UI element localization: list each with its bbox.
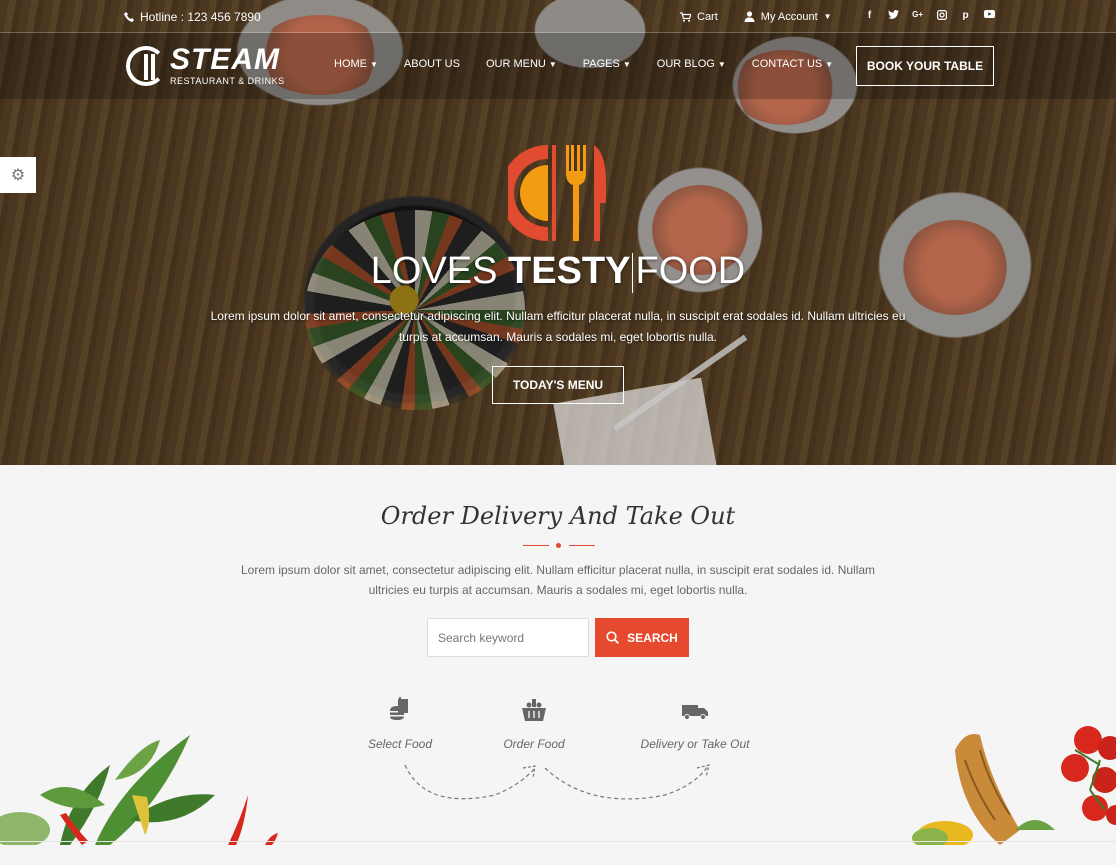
burger-icon <box>390 697 408 720</box>
social-links: f G+ p <box>864 10 996 23</box>
order-section-description: Lorem ipsum dolor sit amet, consectetur … <box>240 563 876 597</box>
hero-title-word-1: LOVES <box>370 250 498 292</box>
nav-item-about-us[interactable]: ABOUT US <box>404 58 460 70</box>
truck-icon <box>682 705 708 720</box>
vegetables-right-decoration <box>912 726 1116 845</box>
hero-description: Lorem ipsum dolor sit amet, consectetur … <box>210 309 906 344</box>
order-section-title: Order Delivery And Take Out <box>380 502 736 530</box>
settings-toggle[interactable]: ⚙ <box>0 157 36 193</box>
basket-icon <box>522 699 546 721</box>
vegetables-left-decoration <box>0 735 278 845</box>
user-icon <box>744 11 755 22</box>
chevron-down-icon: ▼ <box>622 59 631 69</box>
step-label: Order Food <box>503 737 565 751</box>
step-order-food: Order Food <box>494 697 574 751</box>
nav-item-label: OUR BLOG <box>656 58 715 70</box>
chevron-down-icon: ▼ <box>823 12 832 21</box>
nav-item-label: HOME <box>334 58 367 70</box>
nav-item-our-menu[interactable]: OUR MENU ▼ <box>486 58 557 70</box>
chevron-down-icon: ▼ <box>548 59 557 69</box>
gear-icon: ⚙ <box>10 167 26 184</box>
search-button[interactable]: SEARCH <box>595 618 689 657</box>
chevron-down-icon: ▼ <box>825 59 834 69</box>
todays-menu-button[interactable]: TODAY'S MENU <box>492 366 624 404</box>
book-table-button[interactable]: BOOK YOUR TABLE <box>856 46 994 86</box>
cart-icon <box>680 11 691 22</box>
cart-label: Cart <box>697 10 718 23</box>
logo-name: STEAM <box>170 43 280 76</box>
youtube-icon[interactable] <box>984 10 996 23</box>
restaurant-emblem-icon <box>508 145 606 241</box>
pinterest-icon[interactable]: p <box>960 10 972 23</box>
step-select-food: Select Food <box>360 697 440 751</box>
top-bar: Hotline : 123 456 7890 Cart My Account ▼… <box>0 0 1116 33</box>
nav-item-label: OUR MENU <box>485 58 546 70</box>
search-button-label: SEARCH <box>627 630 678 645</box>
chevron-down-icon: ▼ <box>370 59 378 69</box>
phone-icon <box>124 12 134 22</box>
google-plus-icon[interactable]: G+ <box>912 10 924 23</box>
nav-item-label: CONTACT US <box>751 58 823 70</box>
title-cursor <box>632 252 634 293</box>
nav-item-home[interactable]: HOME ▼ <box>334 58 378 70</box>
twitter-icon[interactable] <box>888 10 900 23</box>
hero-title: LOVES TESTY FOOD <box>0 250 1116 293</box>
main-nav: STEAM RESTAURANT & DRINKS HOME ▼ ABOUT US… <box>0 33 1116 99</box>
instagram-icon[interactable] <box>936 10 948 23</box>
step-delivery: Delivery or Take Out <box>630 697 760 751</box>
step-label: Delivery or Take Out <box>640 737 750 751</box>
nav-menu: HOME ▼ ABOUT US OUR MENU ▼ PAGES ▼ OUR BLOG… <box>334 58 859 70</box>
my-account-dropdown[interactable]: My Account ▼ <box>744 11 832 23</box>
nav-item-label: PAGES <box>582 58 620 70</box>
step-label: Select Food <box>367 737 433 751</box>
logo-tagline: RESTAURANT & DRINKS <box>170 76 285 86</box>
hero-title-word-2: TESTY <box>508 250 631 292</box>
search-icon <box>606 631 620 644</box>
hotline: Hotline : 123 456 7890 <box>124 10 261 24</box>
my-account-label: My Account <box>760 10 818 23</box>
nav-item-pages[interactable]: PAGES ▼ <box>583 58 631 70</box>
title-divider <box>523 543 595 548</box>
chevron-down-icon: ▼ <box>717 59 726 69</box>
step-arrows <box>404 764 710 800</box>
search-input[interactable] <box>427 618 589 657</box>
cart-link[interactable]: Cart <box>680 11 718 23</box>
facebook-icon[interactable]: f <box>864 10 876 23</box>
hotline-text: Hotline : 123 456 7890 <box>140 10 261 24</box>
logo-mark-icon <box>126 45 166 86</box>
section-bottom-border <box>0 841 1116 842</box>
nav-item-contact-us[interactable]: CONTACT US ▼ <box>752 58 833 70</box>
nav-item-our-blog[interactable]: OUR BLOG ▼ <box>657 58 726 70</box>
site-logo[interactable]: STEAM RESTAURANT & DRINKS <box>126 45 285 86</box>
hero-title-word-3: FOOD <box>635 250 746 292</box>
nav-item-label: ABOUT US <box>403 58 460 70</box>
